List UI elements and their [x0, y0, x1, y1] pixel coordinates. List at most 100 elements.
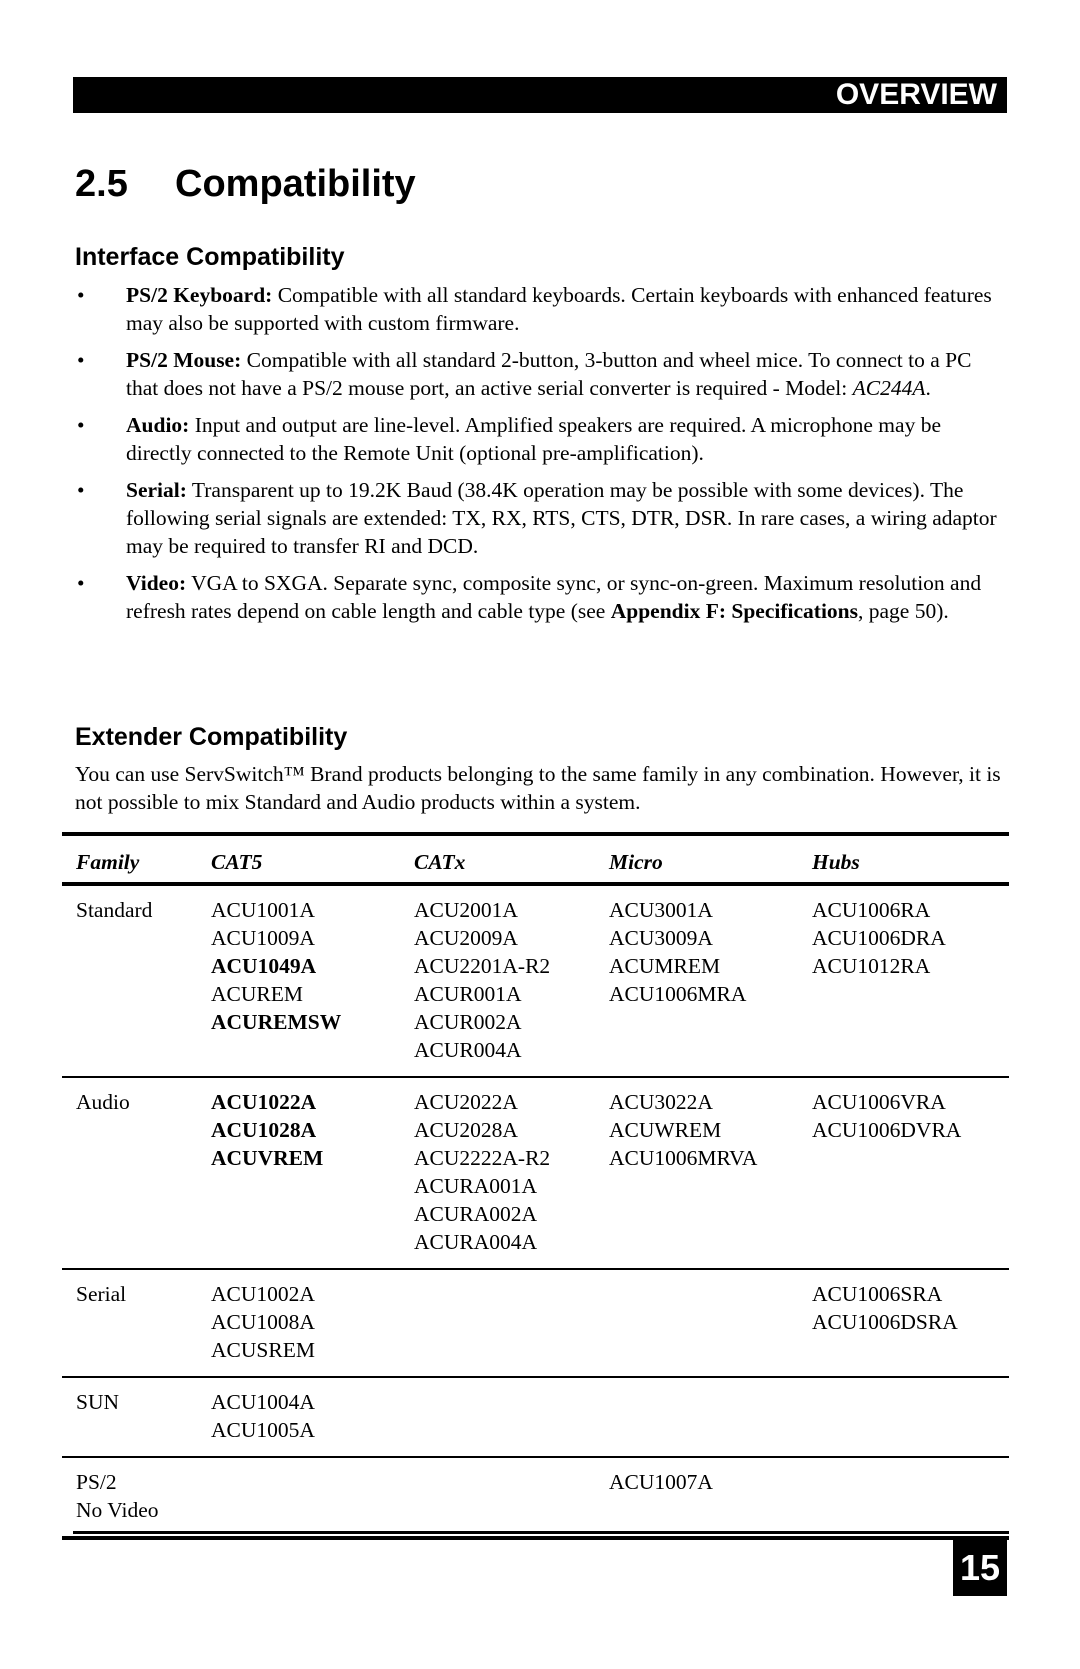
table-body: Standard ACU1001A ACU1009A ACU1049A ACUREM AC… [62, 886, 1009, 1536]
cat5-cell: ACU1008A [211, 1310, 315, 1334]
extender-intro-paragraph: You can use ServSwitch™ Brand products b… [75, 762, 1001, 814]
extender-compatibility-heading: Extender Compatibility [75, 723, 348, 751]
cat5-cell: ACU1049A [211, 954, 317, 978]
family-column: SUN [62, 1388, 211, 1444]
catx-column [414, 1388, 609, 1444]
hubs-cell: ACU1006VRA [812, 1090, 946, 1114]
table-bottom-rule [62, 1536, 1009, 1540]
catx-cell: ACU2028A [414, 1118, 518, 1142]
interface-bullet-item: • Audio: Input and output are line-level.… [75, 411, 1005, 467]
hubs-cell: ACU1006RA [812, 898, 931, 922]
cat5-cell: ACUVREM [211, 1146, 324, 1170]
bullet-icon: • [77, 348, 85, 372]
cat5-cell: ACUSREM [211, 1338, 315, 1362]
micro-cell: ACU1007A [609, 1470, 713, 1494]
cat5-cell: ACU1001A [211, 898, 315, 922]
family-cell: Serial [76, 1282, 127, 1306]
hubs-cell: ACU1006DSRA [812, 1310, 958, 1334]
cat5-cell: ACU1005A [211, 1418, 315, 1442]
interface-bullet-item: • Serial: Transparent up to 19.2K Baud (3… [75, 476, 1005, 560]
table-row: Serial ACU1002A ACU1008A ACUSREM ACU1006SRA A… [62, 1270, 1009, 1376]
family-cell: Audio [76, 1090, 130, 1114]
micro-cell: ACU1006MRVA [609, 1146, 758, 1170]
bullet-icon: • [77, 413, 85, 437]
catx-cell: ACU2009A [414, 926, 518, 950]
interface-bullet-item: • Video: VGA to SXGA. Separate sync, comp… [75, 569, 1005, 625]
table-row: PS/2 No Video ACU1007A [62, 1458, 1009, 1536]
header-micro: Micro [609, 850, 663, 874]
bullet-text: Compatible with all standard 2-button, 3… [126, 348, 972, 400]
bullet-icon: • [77, 283, 85, 307]
catx-column [414, 1468, 609, 1524]
header-family: Family [76, 850, 140, 874]
family-column: Standard [62, 896, 211, 1064]
bullet-label: PS/2 Mouse: [126, 348, 242, 372]
family-cell: SUN [76, 1390, 120, 1414]
bullet-label: Audio: [126, 413, 190, 437]
table-row: SUN ACU1004A ACU1005A [62, 1378, 1009, 1456]
model-number: AC244A [852, 376, 926, 400]
interface-bullet-item: • PS/2 Keyboard: Compatible with all stan… [75, 281, 1005, 337]
section-title-text: Compatibility [175, 163, 416, 205]
page-title: 2.5 Compatibility [75, 160, 416, 208]
cat5-cell: ACU1028A [211, 1118, 317, 1142]
hubs-cell: ACU1006DVRA [812, 1118, 962, 1142]
bullet-label: Serial: [126, 478, 187, 502]
micro-cell: ACU1006MRA [609, 982, 747, 1006]
micro-cell: ACU3001A [609, 898, 713, 922]
cat5-cell: ACU1009A [211, 926, 315, 950]
micro-column: ACU1007A [609, 1468, 812, 1524]
cat5-column [211, 1468, 414, 1524]
micro-column: ACU3001A ACU3009A ACUMREM ACU1006MRA [609, 896, 812, 1064]
hubs-column: ACU1006VRA ACU1006DVRA [812, 1088, 1009, 1256]
catx-cell: ACURA001A [414, 1174, 538, 1198]
bullet-text: Transparent up to 19.2K Baud (38.4K oper… [126, 478, 997, 558]
catx-column: ACU2022A ACU2028A ACU2222A-R2 ACURA001A ACUR… [414, 1088, 609, 1256]
micro-cell: ACUWREM [609, 1118, 722, 1142]
table-row: Audio ACU1022A ACU1028A ACUVREM ACU2022A ACU2… [62, 1078, 1009, 1268]
catx-cell: ACU2222A-R2 [414, 1146, 551, 1170]
header-catx: CATx [414, 850, 466, 874]
bullet-label: PS/2 Keyboard: [126, 283, 273, 307]
catx-cell: ACU2201A-R2 [414, 954, 551, 978]
family-cell: PS/2 [76, 1470, 117, 1494]
bullet-icon: • [77, 571, 85, 595]
bullet-text-tail: , page 50). [858, 599, 949, 623]
micro-cell: ACU3022A [609, 1090, 713, 1114]
micro-cell: ACU3009A [609, 926, 713, 950]
cat5-cell: ACU1002A [211, 1282, 315, 1306]
header-cat5: CAT5 [211, 850, 263, 874]
family-cell: Standard [76, 898, 153, 922]
page-number: 15 [953, 1540, 1007, 1596]
cat5-column: ACU1002A ACU1008A ACUSREM [211, 1280, 414, 1364]
compatibility-table: Family CAT5 CATx Micro Hubs Standard ACU1… [62, 832, 1009, 1540]
catx-cell: ACURA004A [414, 1230, 538, 1254]
cat5-column: ACU1001A ACU1009A ACU1049A ACUREM ACUREMSW [211, 896, 414, 1064]
footer-rule [73, 1531, 1009, 1534]
section-header-label: OVERVIEW [835, 78, 997, 111]
hubs-cell: ACU1006SRA [812, 1282, 943, 1306]
hubs-column: ACU1006SRA ACU1006DSRA [812, 1280, 1009, 1364]
catx-cell: ACUR002A [414, 1010, 522, 1034]
family-column: Audio [62, 1088, 211, 1256]
catx-column: ACU2001A ACU2009A ACU2201A-R2 ACUR001A ACUR0… [414, 896, 609, 1064]
catx-cell: ACURA002A [414, 1202, 538, 1226]
catx-cell: ACU2022A [414, 1090, 518, 1114]
cat5-column: ACU1022A ACU1028A ACUVREM [211, 1088, 414, 1256]
micro-cell: ACUMREM [609, 954, 721, 978]
cat5-cell: ACU1022A [211, 1090, 317, 1114]
micro-column [609, 1280, 812, 1364]
hubs-column [812, 1388, 1009, 1444]
table-row: Standard ACU1001A ACU1009A ACU1049A ACUREM AC… [62, 886, 1009, 1076]
interface-bullet-list: • PS/2 Keyboard: Compatible with all stan… [75, 281, 1005, 634]
hubs-cell: ACU1012RA [812, 954, 931, 978]
cat5-column: ACU1004A ACU1005A [211, 1388, 414, 1444]
cat5-cell: ACUREM [211, 982, 303, 1006]
catx-cell: ACU2001A [414, 898, 518, 922]
hubs-cell: ACU1006DRA [812, 926, 946, 950]
catx-cell: ACUR001A [414, 982, 522, 1006]
micro-column [609, 1388, 812, 1444]
hubs-column [812, 1468, 1009, 1524]
family-column: Serial [62, 1280, 211, 1364]
header-hubs: Hubs [812, 850, 860, 874]
